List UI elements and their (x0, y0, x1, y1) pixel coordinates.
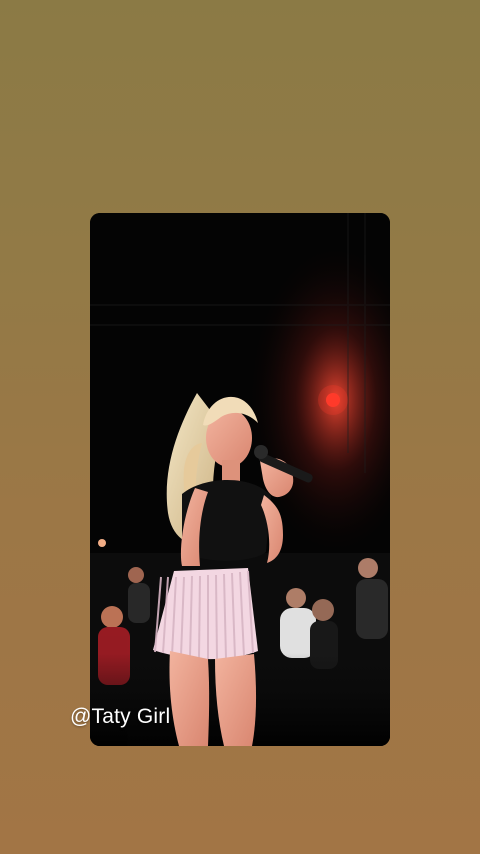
story-media-card[interactable] (90, 213, 390, 746)
concert-photo (90, 213, 390, 746)
watermark-text: @Taty Girl (70, 705, 171, 728)
